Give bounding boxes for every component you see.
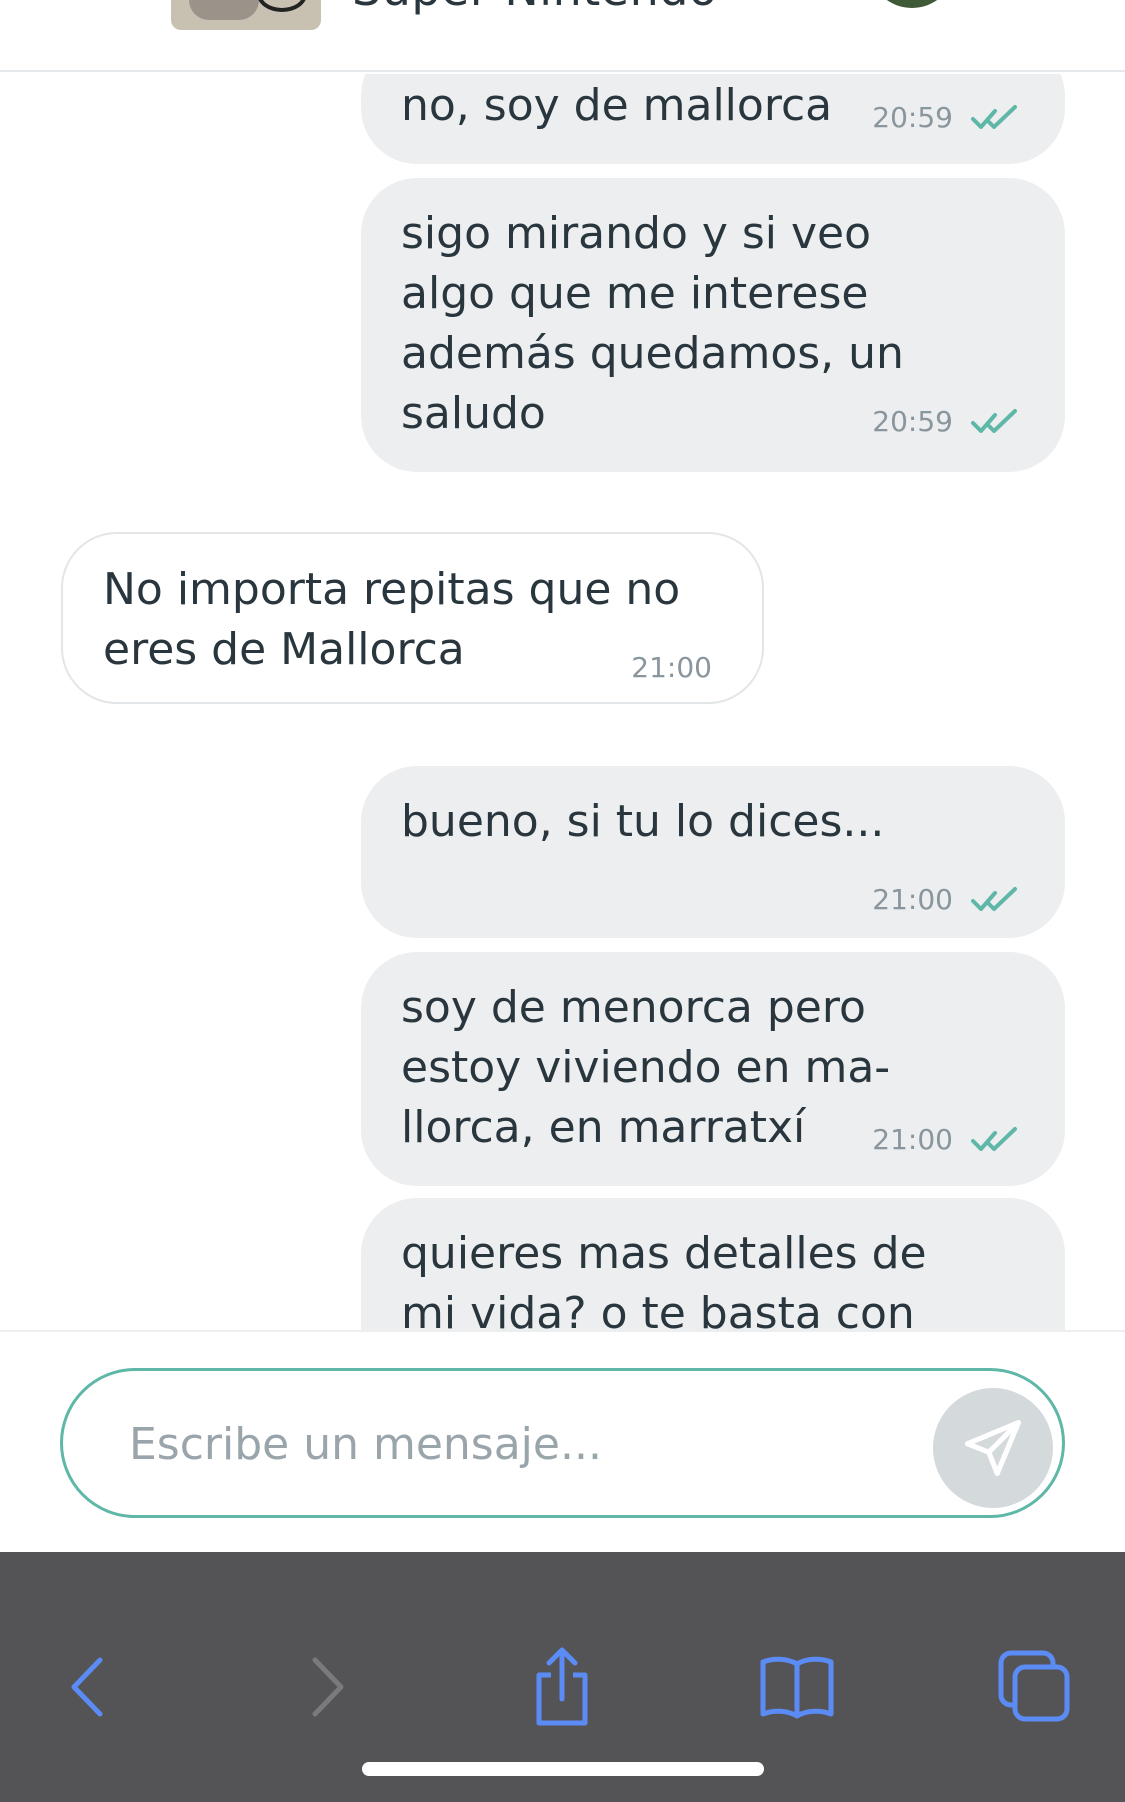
message-time: 21:00 (872, 883, 953, 916)
tabs-button[interactable] (990, 1642, 1080, 1732)
message-text: soy de menorca pero estoy viviendo en ma… (401, 982, 891, 1153)
message-list[interactable]: no, soy de mallorca 20:59 sigo mirando y… (0, 74, 1125, 1330)
message-time: 21:00 (631, 651, 712, 684)
message-text: no, soy de mallorca (401, 80, 833, 131)
bookmarks-icon (760, 1656, 834, 1719)
tabs-icon (998, 1650, 1070, 1722)
forward-icon (312, 1657, 344, 1717)
message-bubble-outgoing: sigo mirando y si veo algo que me intere… (361, 178, 1065, 472)
message-meta: 20:59 (872, 88, 1027, 148)
message-input[interactable] (129, 1411, 929, 1477)
message-time: 21:00 (872, 1123, 953, 1156)
send-button[interactable] (933, 1388, 1053, 1508)
message-input-container[interactable] (60, 1368, 1065, 1518)
controller-image (189, 0, 259, 20)
browser-toolbar (0, 1552, 1125, 1802)
read-checkmarks-icon (971, 887, 1017, 911)
back-button[interactable] (42, 1642, 132, 1732)
home-indicator[interactable] (362, 1762, 764, 1776)
message-time: 20:59 (872, 405, 953, 438)
message-composer (0, 1330, 1125, 1552)
chat-screen: Super Nintendo no, soy de mallorca 20:59… (0, 0, 1125, 1802)
message-text: quieres mas detalles de mi vida? o te ba… (401, 1228, 927, 1330)
product-title[interactable]: Super Nintendo (352, 0, 718, 16)
cable-image (257, 0, 307, 12)
share-icon (536, 1647, 588, 1726)
read-checkmarks-icon (971, 105, 1017, 129)
message-text: No importa repitas que no eres de Mallor… (103, 564, 681, 675)
back-icon (71, 1657, 103, 1717)
message-bubble-outgoing: bueno, si tu lo dices... 21:00 (361, 766, 1065, 938)
message-text: bueno, si tu lo dices... (401, 796, 885, 847)
message-bubble-outgoing: quieres mas detalles de mi vida? o te ba… (361, 1198, 1065, 1330)
read-checkmarks-icon (971, 1127, 1017, 1151)
send-icon (964, 1419, 1022, 1477)
message-meta: 21:00 (872, 1110, 1027, 1170)
message-time: 20:59 (872, 101, 953, 134)
product-thumbnail[interactable] (171, 0, 321, 30)
read-checkmarks-icon (971, 409, 1017, 433)
user-avatar[interactable] (872, 0, 952, 8)
message-bubble-incoming: No importa repitas que no eres de Mallor… (61, 532, 764, 704)
message-text: sigo mirando y si veo algo que me intere… (401, 208, 904, 439)
share-button[interactable] (517, 1642, 607, 1732)
message-meta: 21:00 (631, 638, 712, 698)
message-bubble-outgoing: soy de menorca pero estoy viviendo en ma… (361, 952, 1065, 1186)
bookmarks-button[interactable] (752, 1642, 842, 1732)
message-bubble-outgoing: no, soy de mallorca 20:59 (361, 74, 1065, 164)
message-meta: 21:00 (872, 870, 1027, 930)
message-meta: 20:59 (872, 392, 1027, 452)
chat-header: Super Nintendo (0, 0, 1125, 72)
forward-button[interactable] (283, 1642, 373, 1732)
